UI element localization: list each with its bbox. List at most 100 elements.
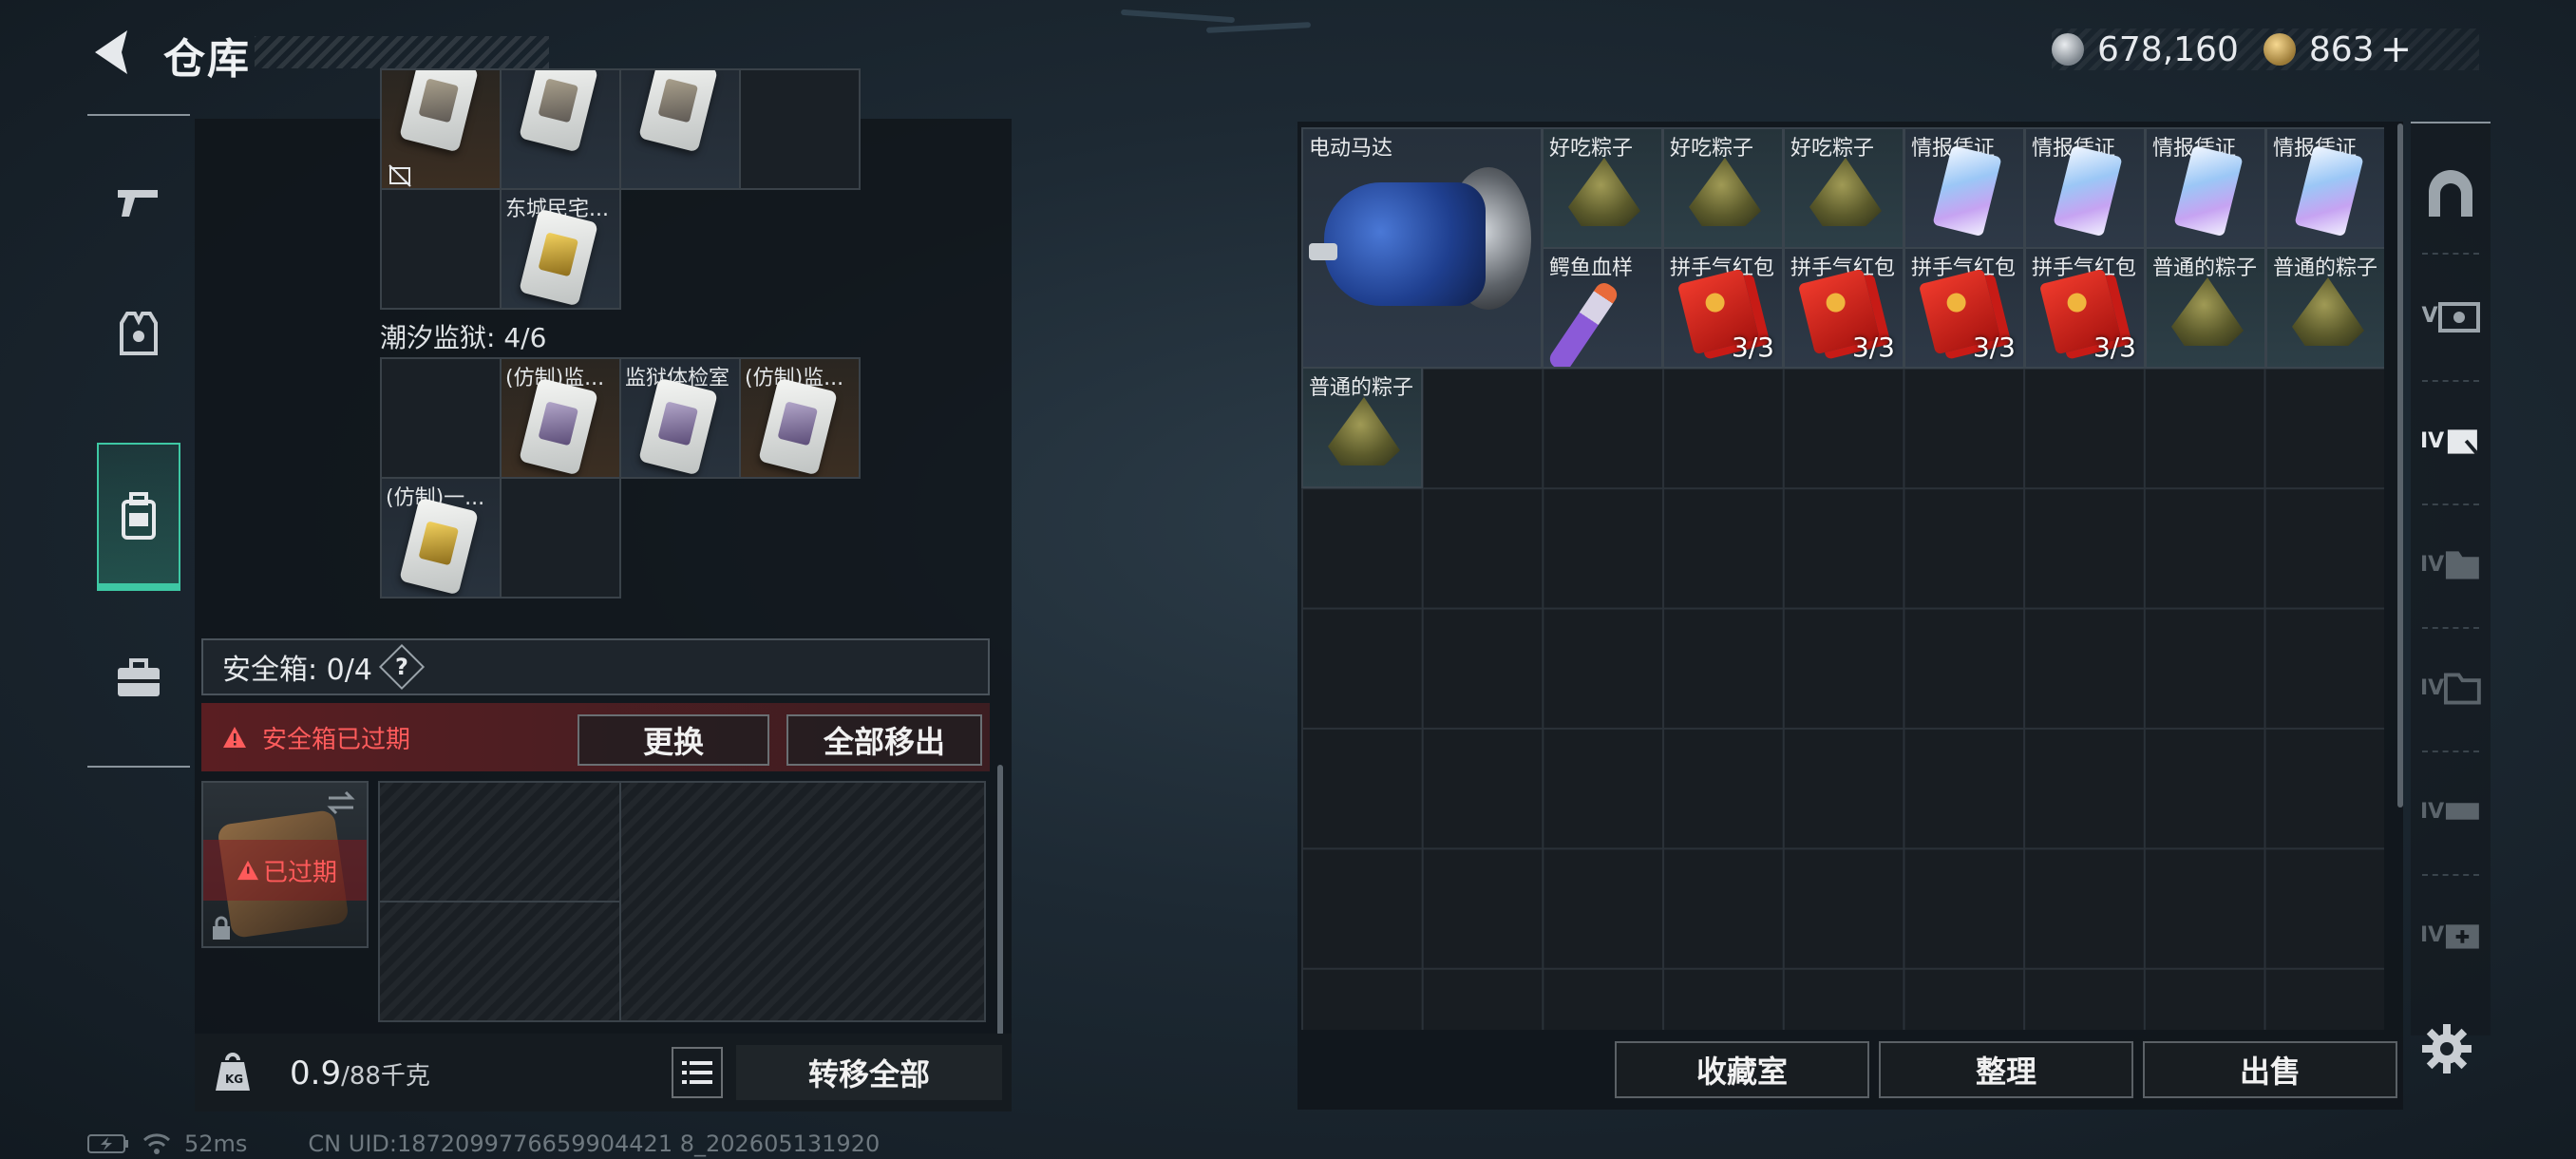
help-button[interactable]: ? <box>378 643 425 691</box>
wifi-icon <box>142 1133 171 1154</box>
item-alligator-blood-sample[interactable]: 鳄鱼血样 <box>1542 247 1663 369</box>
item-red-envelope[interactable]: 拼手气红包 3/3 <box>1783 247 1904 369</box>
storage-tab-home[interactable] <box>2420 163 2481 224</box>
nav-weapons[interactable] <box>101 165 177 241</box>
replace-button[interactable]: 更换 <box>578 714 769 766</box>
stack-count: 3/3 <box>2093 332 2136 363</box>
item-intel-voucher[interactable]: 情报凭证 <box>2145 127 2266 249</box>
nav-tools[interactable] <box>101 640 177 716</box>
storage-tab-5[interactable]: V <box>2420 285 2481 346</box>
storage-tab-4d[interactable]: IV <box>2420 781 2481 842</box>
nav-backpack[interactable] <box>97 443 180 591</box>
keycard-item-image <box>399 497 479 596</box>
item-red-envelope[interactable]: 拼手气红包 3/3 <box>1662 247 1784 369</box>
item-slot[interactable]: (仿制)一... <box>380 477 502 598</box>
vial-image <box>1545 279 1621 367</box>
keycard-item-image <box>519 208 598 307</box>
folder-shield-icon <box>2446 551 2480 580</box>
item-intel-voucher[interactable]: 情报凭证 <box>2024 127 2146 249</box>
alert-text: 安全箱已过期 <box>262 725 411 754</box>
currency-bar: 678,160 863 + <box>2052 28 2479 71</box>
card-stack-icon <box>2448 429 2479 455</box>
collection-room-button[interactable]: 收藏室 <box>1615 1041 1869 1098</box>
item-slot[interactable] <box>500 68 621 190</box>
gold-amount: 863 <box>2308 29 2375 69</box>
item-slot[interactable] <box>380 68 502 190</box>
item-slot[interactable] <box>380 188 502 310</box>
status-bar: 52ms CN UID:1872099776659904421 8_202605… <box>87 1130 880 1157</box>
gold-coin-icon <box>2263 33 2296 66</box>
weight-readout: 0.9/88千克 <box>290 1054 430 1092</box>
electric-motor-image <box>1324 182 1486 306</box>
background-streak <box>1205 22 1312 33</box>
nav-armor[interactable] <box>101 296 177 372</box>
item-plain-zongzi[interactable]: 普通的粽子 <box>2145 247 2266 369</box>
item-slot[interactable] <box>380 357 502 479</box>
lock-icon <box>213 916 230 940</box>
storage-tab-4e[interactable]: IV <box>2420 904 2481 965</box>
item-electric-motor[interactable]: 电动马达 <box>1301 127 1543 369</box>
safe-box-slot[interactable]: 已过期 <box>201 781 369 948</box>
tab-separator <box>2422 627 2479 629</box>
item-plain-zongzi[interactable]: 普通的粽子 <box>2265 247 2384 369</box>
item-red-envelope[interactable]: 拼手气红包 3/3 <box>2024 247 2146 369</box>
storage-scrollbar[interactable] <box>2397 124 2403 808</box>
section-title-prison: 潮汐监狱: 4/6 <box>380 322 547 353</box>
motor-shaft <box>1309 243 1337 260</box>
storage-tab-4b[interactable]: IV <box>2420 534 2481 595</box>
safe-box-grid[interactable] <box>378 781 986 1022</box>
expired-label: 已过期 <box>262 858 337 887</box>
silver-amount: 678,160 <box>2097 29 2239 69</box>
item-label: 普通的粽子 <box>2273 256 2378 280</box>
move-all-out-button[interactable]: 全部移出 <box>786 714 982 766</box>
zongzi-image <box>1568 158 1640 226</box>
tab-separator <box>2422 504 2479 505</box>
item-zongzi[interactable]: 好吃粽子 <box>1542 127 1663 249</box>
item-zongzi[interactable]: 好吃粽子 <box>1783 127 1904 249</box>
warning-icon <box>223 727 246 748</box>
battery-icon <box>87 1134 128 1153</box>
storage-tab-4c[interactable]: IV <box>2420 657 2481 718</box>
keycard-item-image <box>399 70 479 153</box>
safe-box-label: 安全箱: 0/4 <box>222 654 372 687</box>
list-icon <box>682 1061 712 1084</box>
item-label: 好吃粽子 <box>1790 137 1875 161</box>
item-slot[interactable]: (仿制)监... <box>500 357 621 479</box>
storage-tab-4-active[interactable]: IV <box>2420 410 2481 471</box>
item-slot[interactable]: 监狱体检室 <box>619 357 741 479</box>
item-label: 好吃粽子 <box>1549 137 1634 161</box>
toolbox-icon <box>118 658 160 696</box>
item-slot[interactable] <box>619 68 741 190</box>
ping-readout: 52ms <box>184 1130 248 1157</box>
gear-icon[interactable] <box>2420 1022 2473 1075</box>
item-slot[interactable] <box>739 68 861 190</box>
item-plain-zongzi[interactable]: 普通的粽子 <box>1301 367 1423 488</box>
silver-coin-icon <box>2052 33 2084 66</box>
sort-button[interactable]: 整理 <box>1879 1041 2133 1098</box>
left-scrollbar[interactable] <box>997 765 1003 1036</box>
item-intel-voucher[interactable]: 情报凭证 <box>2265 127 2384 249</box>
list-view-button[interactable] <box>672 1047 723 1098</box>
zongzi-image <box>1809 158 1882 226</box>
item-zongzi[interactable]: 好吃粽子 <box>1662 127 1784 249</box>
keycard-item-image <box>519 70 598 153</box>
item-red-envelope[interactable]: 拼手气红包 3/3 <box>1904 247 2025 369</box>
stack-count: 3/3 <box>1972 332 2016 363</box>
folder-icon <box>2444 673 2481 705</box>
user-uid: CN UID:1872099776659904421 8_20260513192… <box>308 1130 881 1157</box>
item-slot[interactable]: (仿制)监... <box>739 357 861 479</box>
swap-icon[interactable] <box>325 788 357 817</box>
grid-divider <box>619 783 621 1020</box>
item-label: 好吃粽子 <box>1670 137 1754 161</box>
sell-button[interactable]: 出售 <box>2143 1041 2397 1098</box>
item-slot[interactable] <box>500 477 621 598</box>
svg-text:KG: KG <box>225 1073 243 1086</box>
item-label: 普通的粽子 <box>1309 376 1414 400</box>
storage-grid[interactable]: 电动马达 好吃粽子 好吃粽子 好吃粽子 情报凭证 情报凭证 情报凭证 情报凭证 … <box>1301 127 2384 1030</box>
back-button[interactable] <box>85 27 142 78</box>
vest-icon <box>120 312 158 355</box>
item-slot[interactable]: 东城民宅... <box>500 188 621 310</box>
item-intel-voucher[interactable]: 情报凭证 <box>1904 127 2025 249</box>
add-currency-button[interactable]: + <box>2380 28 2413 71</box>
transfer-all-button[interactable]: 转移全部 <box>736 1045 1002 1100</box>
